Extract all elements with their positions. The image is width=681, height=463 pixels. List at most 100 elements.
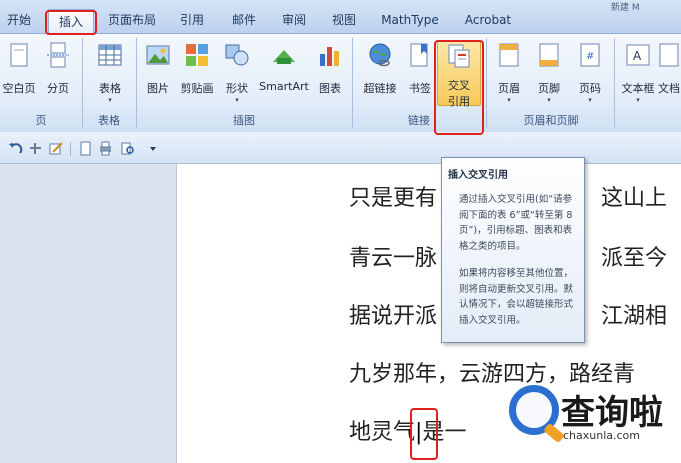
text-line-right: 派至今 xyxy=(601,246,668,271)
globe-link-icon xyxy=(369,43,391,67)
bookmark-icon xyxy=(410,43,428,67)
page-number-dropdown-arrow: ▾ xyxy=(588,96,592,104)
text-line-left: 据说开派 xyxy=(349,304,438,329)
blank-page-button[interactable]: 空白页 xyxy=(0,40,38,106)
table-label: 表格 xyxy=(99,82,121,95)
footer-button[interactable]: 页脚 ▾ xyxy=(530,40,568,106)
cross-reference-tooltip: 插入交叉引用 通过插入交叉引用(如“请参 阅下面的表 6”或“转至第 8 页”)… xyxy=(441,157,585,343)
edit-icon[interactable] xyxy=(48,141,63,156)
blank-page-icon xyxy=(10,43,28,67)
tab-mathtype[interactable]: MathType xyxy=(376,8,444,32)
group-label-illustrations: 插图 xyxy=(233,114,255,127)
text-line-right: 江湖相 xyxy=(601,304,668,329)
svg-text:#: # xyxy=(586,51,594,62)
undo-icon[interactable] xyxy=(8,141,23,156)
text-box-button[interactable]: A 文本框 ▾ xyxy=(618,40,658,106)
header-label: 页眉 xyxy=(498,82,520,95)
format-painter-icon[interactable] xyxy=(28,141,43,156)
smartart-button[interactable]: SmartArt xyxy=(258,40,310,106)
page-break-button[interactable]: 分页 xyxy=(40,40,76,106)
picture-button[interactable]: 图片 xyxy=(140,40,176,106)
smartart-label: SmartArt xyxy=(259,80,309,93)
annotation-cross-reference xyxy=(434,40,484,135)
search-logo-icon xyxy=(509,385,559,435)
group-divider xyxy=(614,38,615,128)
text-box-label: 文本框 xyxy=(621,82,655,95)
annotation-insert-tab xyxy=(45,10,97,35)
tab-mailings[interactable]: 邮件 xyxy=(226,8,262,32)
blank-page-label: 空白页 xyxy=(2,82,36,95)
picture-label: 图片 xyxy=(147,82,169,95)
page-number-label: 页码 xyxy=(579,82,601,95)
tab-references[interactable]: 引用 xyxy=(172,8,212,32)
picture-icon xyxy=(146,45,170,65)
text-line: 地灵气|是一 xyxy=(349,414,466,446)
tab-review[interactable]: 审阅 xyxy=(276,8,312,32)
tab-home[interactable]: 开始 xyxy=(2,8,36,32)
clip-art-icon xyxy=(186,44,208,66)
group-label-pages: 页 xyxy=(35,114,47,127)
ribbon-panel: 空白页 分页 页 表格 ▾ 表格 图片 剪贴画 形状 ▾ SmartArt 图表… xyxy=(0,34,681,132)
annotation-cursor-position xyxy=(410,408,438,460)
text-line: 只是更有 xyxy=(349,180,437,212)
page-number-button[interactable]: # 页码 ▾ xyxy=(570,40,610,106)
footer-icon xyxy=(539,43,559,67)
page-break-icon xyxy=(47,42,69,68)
quick-parts-button[interactable]: 文档 xyxy=(658,40,681,106)
page-break-label: 分页 xyxy=(47,82,69,95)
watermark-brand: 查询啦 xyxy=(561,393,663,433)
new-document-icon[interactable] xyxy=(78,141,93,156)
shapes-icon xyxy=(225,44,249,66)
tooltip-title: 插入交叉引用 xyxy=(448,170,508,181)
chart-icon xyxy=(320,47,339,66)
header-button[interactable]: 页眉 ▾ xyxy=(490,40,528,106)
group-divider xyxy=(136,38,137,128)
page-number-icon: # xyxy=(580,43,600,67)
shapes-dropdown-arrow: ▾ xyxy=(235,96,239,104)
site-watermark: 查询啦 chaxunla.com xyxy=(503,375,681,463)
bookmark-button[interactable]: 书签 xyxy=(404,40,436,106)
text-line-left: 地灵气 xyxy=(349,420,416,445)
tab-page-layout[interactable]: 页面布局 xyxy=(102,8,162,32)
clip-art-button[interactable]: 剪贴画 xyxy=(178,40,216,106)
window-title: 新建 M xyxy=(611,3,640,13)
text-line-left: 青云一脉 xyxy=(349,246,438,271)
footer-label: 页脚 xyxy=(538,82,560,95)
ribbon-tab-bar: 开始 插入 页面布局 引用 邮件 审阅 视图 MathType Acrobat … xyxy=(0,0,681,34)
text-line: 青云一脉 xyxy=(349,240,437,272)
bookmark-label: 书签 xyxy=(409,82,431,95)
chart-button[interactable]: 图表 xyxy=(312,40,348,106)
shapes-button[interactable]: 形状 ▾ xyxy=(218,40,256,106)
table-dropdown-arrow: ▾ xyxy=(108,96,112,104)
group-label-header-footer: 页眉和页脚 xyxy=(523,114,579,127)
shapes-label: 形状 xyxy=(226,82,248,95)
customize-toolbar-icon[interactable] xyxy=(148,141,158,156)
text-box-icon: A xyxy=(626,44,650,66)
toolbar-separator xyxy=(70,142,71,156)
text-box-dropdown-arrow: ▾ xyxy=(636,96,640,104)
hyperlink-label: 超链接 xyxy=(363,82,397,95)
footer-dropdown-arrow: ▾ xyxy=(547,96,551,104)
text-line: 据说开派 xyxy=(349,298,437,330)
text-line-right: 这山上 xyxy=(601,186,668,211)
print-icon[interactable] xyxy=(98,141,113,156)
svg-text:A: A xyxy=(633,49,642,63)
hyperlink-button[interactable]: 超链接 xyxy=(358,40,402,106)
tab-acrobat[interactable]: Acrobat xyxy=(458,8,518,32)
watermark-url: chaxunla.com xyxy=(563,429,640,442)
header-icon xyxy=(499,43,519,67)
header-dropdown-arrow: ▾ xyxy=(507,96,511,104)
table-button[interactable]: 表格 ▾ xyxy=(88,40,132,106)
group-divider xyxy=(352,38,353,128)
group-divider xyxy=(486,38,487,128)
tab-view[interactable]: 视图 xyxy=(326,8,362,32)
text-line-left: 只是更有 xyxy=(349,186,438,211)
group-divider xyxy=(82,38,83,128)
document-parts-icon xyxy=(659,43,679,67)
quick-parts-label: 文档 xyxy=(658,82,680,95)
print-preview-icon[interactable] xyxy=(120,141,135,156)
table-icon xyxy=(98,44,122,66)
clip-art-label: 剪贴画 xyxy=(180,82,214,95)
chart-label: 图表 xyxy=(319,82,341,95)
tooltip-description: 通过插入交叉引用(如“请参 阅下面的表 6”或“转至第 8 页”)，引用标题、图… xyxy=(459,194,573,252)
